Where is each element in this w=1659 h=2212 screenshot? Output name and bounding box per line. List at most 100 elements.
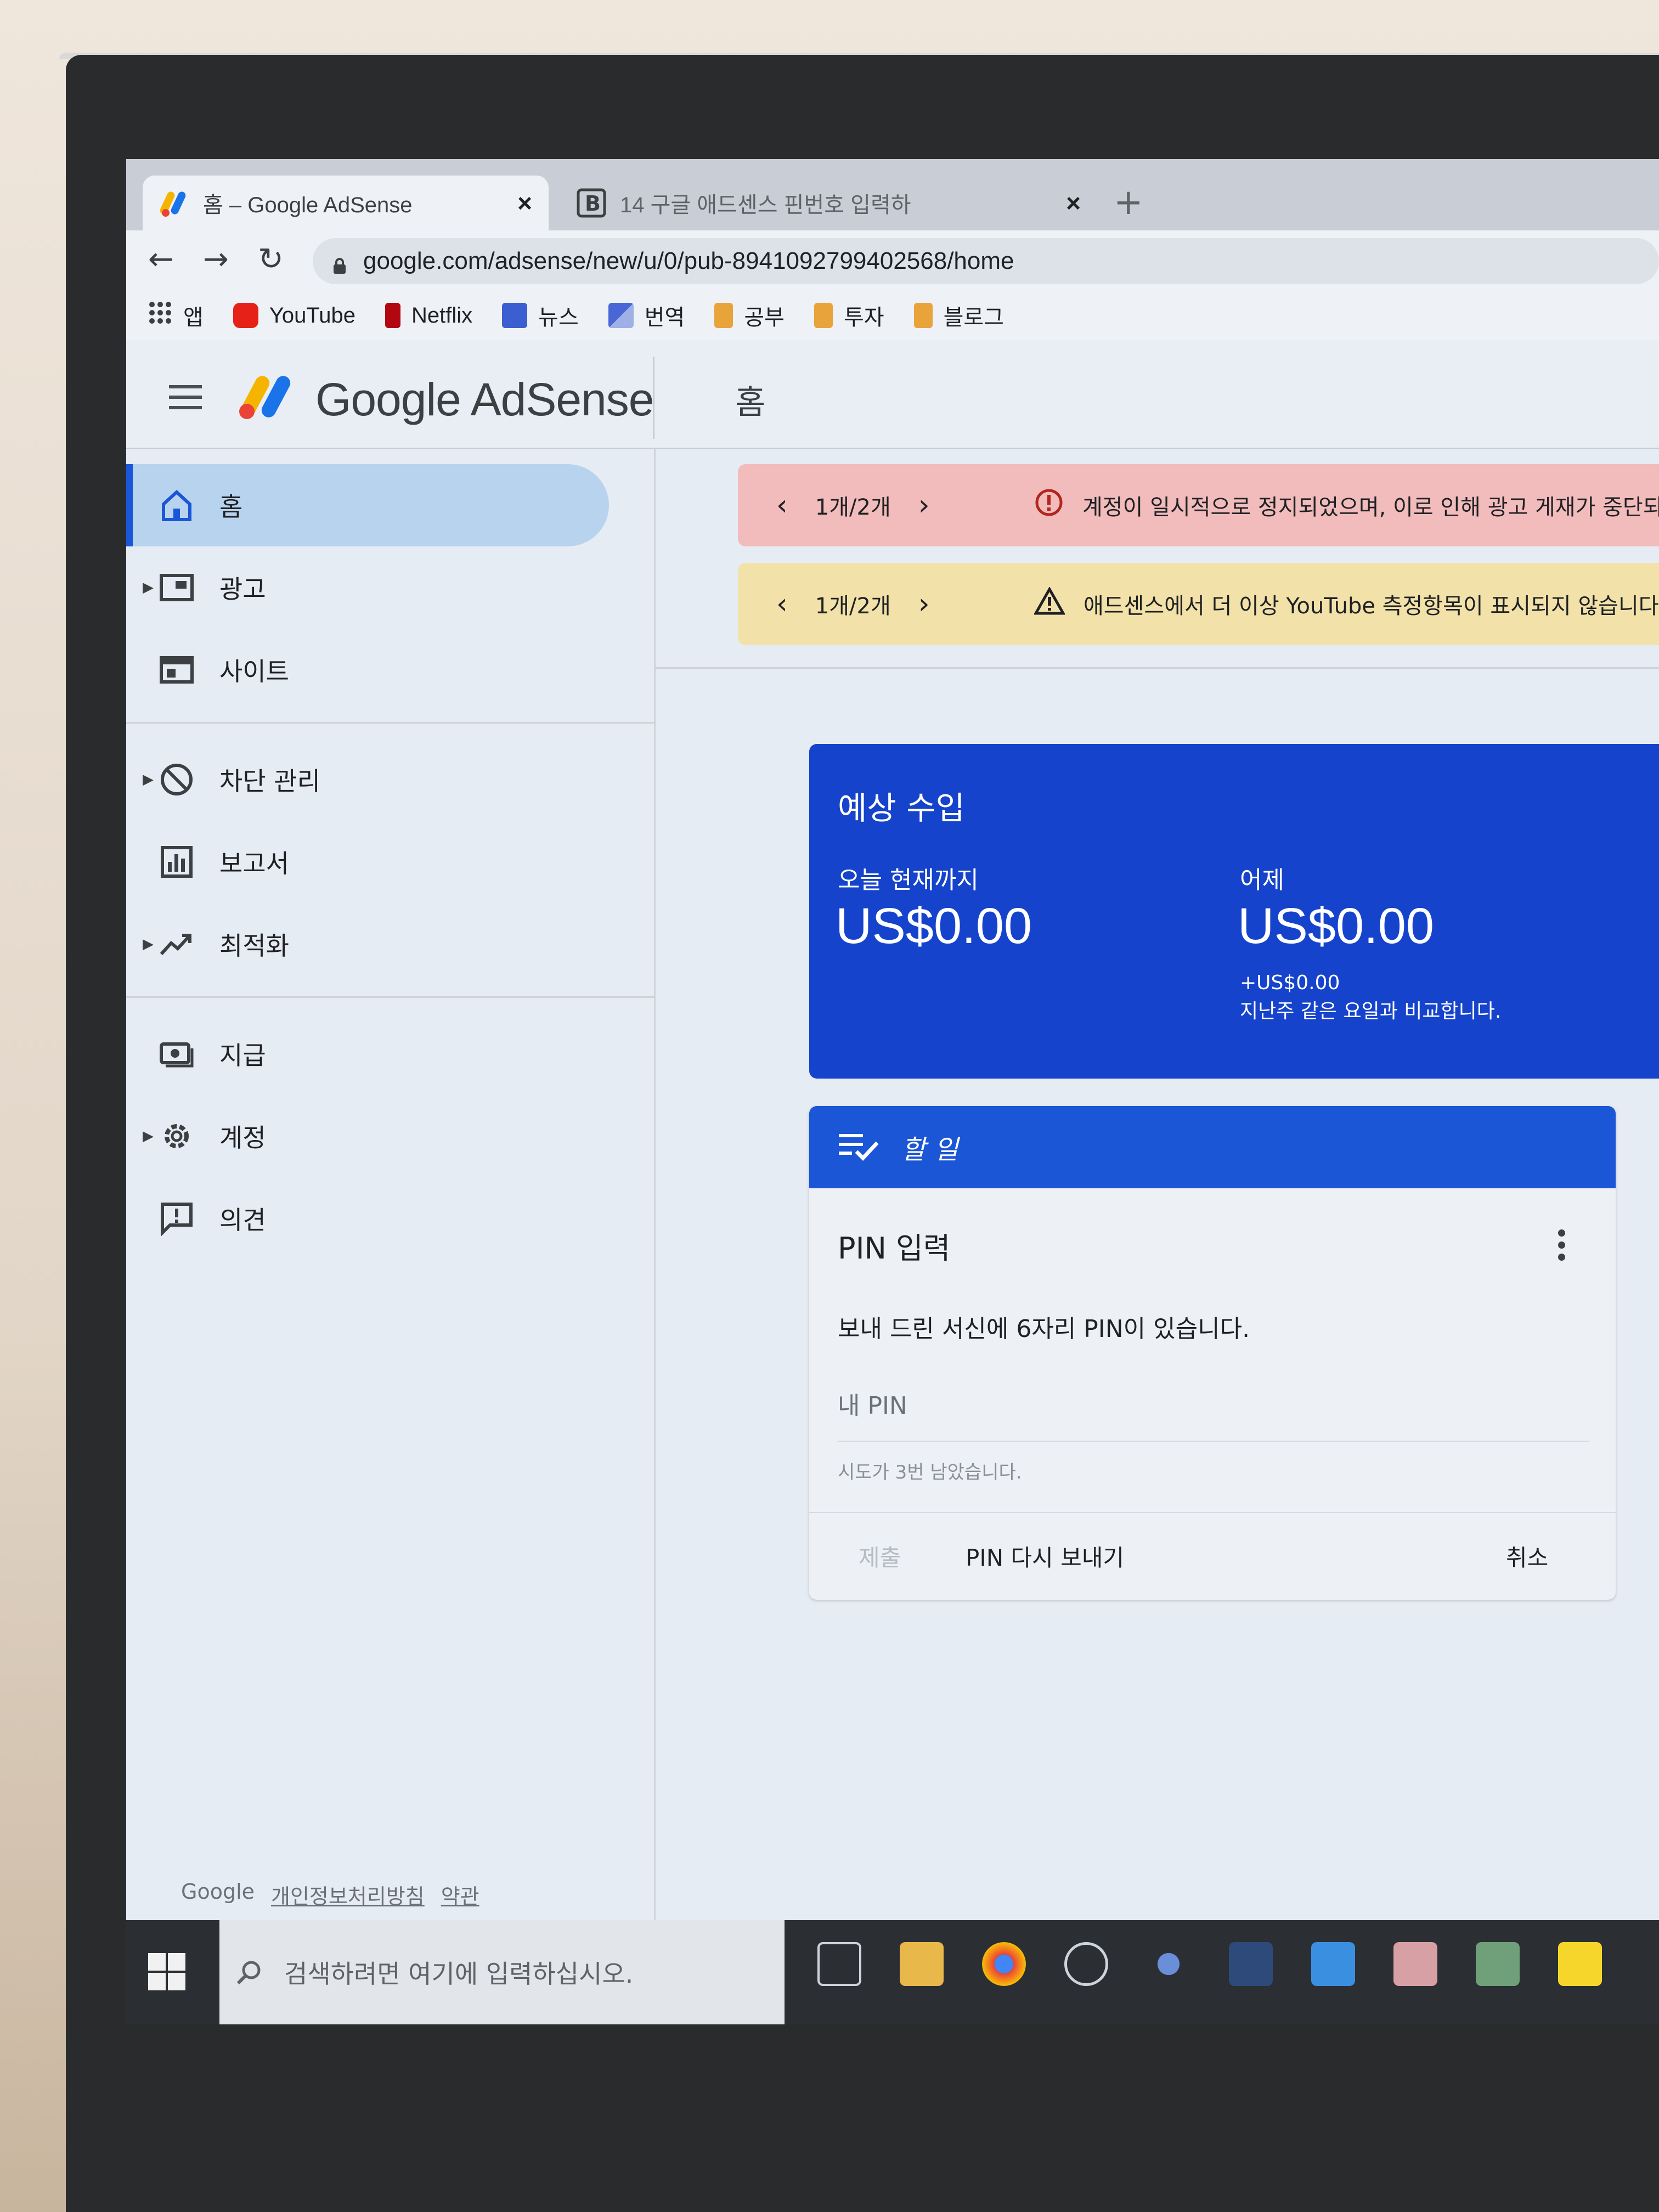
- error-alert: ‹ 1개/2개 › 계정이 일시적으로 정지되었으며, 이로 인해 광고 게재가…: [738, 464, 1659, 546]
- yesterday-change: +US$0.00: [1240, 972, 1340, 994]
- sidebar-item-reports[interactable]: 보고서: [126, 821, 609, 903]
- payments-icon: [159, 1036, 194, 1071]
- sidebar-item-label: 보고서: [219, 849, 289, 878]
- today-amount: US$0.00: [836, 898, 1032, 954]
- main-divider: [656, 667, 1659, 669]
- taskbar-apps: [817, 1942, 1602, 1986]
- expand-arrow-icon[interactable]: ▶: [143, 936, 154, 952]
- ads-icon: [159, 570, 194, 605]
- obs-icon[interactable]: [1064, 1942, 1108, 1986]
- resend-pin-button[interactable]: PIN 다시 보내기: [966, 1539, 1124, 1573]
- url-text: google.com/adsense/new/u/0/pub-894109279…: [363, 247, 1014, 274]
- privacy-link[interactable]: 개인정보처리방침: [271, 1880, 425, 1910]
- task-view-icon[interactable]: [817, 1942, 861, 1986]
- expand-arrow-icon[interactable]: ▶: [143, 1128, 154, 1144]
- tab-close-icon[interactable]: ×: [517, 188, 532, 218]
- bookmark-apps[interactable]: 앱: [148, 300, 204, 331]
- alert-text: 애드센스에서 더 이상 YouTube 측정항목이 표시되지 않습니다: [1084, 594, 1659, 619]
- address-bar[interactable]: google.com/adsense/new/u/0/pub-894109279…: [313, 238, 1659, 284]
- bookmark-label: Netflix: [411, 303, 473, 328]
- bookmark-translate[interactable]: 번역: [608, 300, 685, 331]
- folder-icon: [714, 303, 733, 328]
- chrome-icon[interactable]: [982, 1942, 1026, 1986]
- bookmark-news[interactable]: 뉴스: [502, 300, 579, 331]
- tab-strip: 홈 – Google AdSense × B 14 구글 애드센스 핀번호 입력…: [126, 159, 1659, 230]
- new-tab-button[interactable]: +: [1114, 182, 1143, 223]
- translate-icon: [608, 303, 634, 328]
- taskbar-search-placeholder: 검색하려면 여기에 입력하십시오.: [284, 1959, 634, 1989]
- taskbar-search[interactable]: 검색하려면 여기에 입력하십시오.: [219, 1920, 785, 2024]
- tab-blog-post[interactable]: B 14 구글 애드센스 핀번호 입력하 ×: [560, 176, 1097, 230]
- sidebar-item-home[interactable]: 홈: [126, 464, 609, 546]
- alert-message: 계정이 일시적으로 정지되었으며, 이로 인해 광고 게재가 중단되: [1034, 488, 1659, 523]
- audition-icon[interactable]: [1229, 1942, 1273, 1986]
- pin-task-title: PIN 입력: [838, 1231, 951, 1266]
- app-icon[interactable]: [1393, 1942, 1437, 1986]
- sidebar-item-block[interactable]: ▶ 차단 관리: [126, 738, 609, 821]
- davinci-icon[interactable]: [1147, 1942, 1190, 1986]
- chevron-left-icon[interactable]: ‹: [776, 489, 788, 522]
- chevron-right-icon[interactable]: ›: [918, 588, 930, 620]
- messenger-icon[interactable]: [1311, 1942, 1355, 1986]
- bookmark-youtube[interactable]: YouTube: [233, 303, 356, 328]
- sites-icon: [159, 652, 194, 687]
- reload-icon[interactable]: ↻: [258, 241, 284, 277]
- submit-button[interactable]: 제출: [859, 1539, 901, 1573]
- sidebar-footer: Google 개인정보처리방침 약관: [181, 1880, 479, 1910]
- bookmark-label: YouTube: [269, 303, 356, 328]
- footer-google: Google: [181, 1880, 255, 1904]
- windows-start-icon[interactable]: [148, 1953, 187, 1991]
- sidebar-item-payments[interactable]: 지급: [126, 1013, 609, 1095]
- yesterday-comparison: +US$0.00 지난주 같은 요일과 비교합니다.: [1240, 969, 1501, 1026]
- news-icon: [502, 303, 528, 328]
- yesterday-compare-note: 지난주 같은 요일과 비교합니다.: [1240, 1000, 1502, 1023]
- chevron-right-icon[interactable]: ›: [918, 489, 930, 522]
- sidebar-item-account[interactable]: ▶ 계정: [126, 1095, 609, 1177]
- sidebar-item-sites[interactable]: 사이트: [126, 629, 609, 711]
- file-explorer-icon[interactable]: [900, 1942, 944, 1986]
- checklist-icon: [838, 1131, 879, 1164]
- expand-arrow-icon[interactable]: ▶: [143, 771, 154, 788]
- photos-icon[interactable]: [1476, 1942, 1520, 1986]
- todo-card: 할 일 PIN 입력 보내 드린 서신에 6자리 PIN이 있습니다. 내 PI…: [809, 1106, 1616, 1600]
- cancel-button[interactable]: 취소: [1506, 1539, 1548, 1573]
- reports-icon: [159, 844, 194, 879]
- today-label: 오늘 현재까지: [838, 866, 979, 894]
- estimated-earnings-card[interactable]: 예상 수입 오늘 현재까지 US$0.00 어제 US$0.00 +US$0.0…: [809, 744, 1659, 1079]
- brand-name: Google AdSense: [315, 374, 654, 425]
- warning-alert: ‹ 1개/2개 › 애드센스에서 더 이상 YouTube 측정항목이 표시되지…: [738, 563, 1659, 645]
- bookmark-label: 앱: [183, 306, 204, 330]
- alert-pager: ‹ 1개/2개 ›: [776, 588, 930, 620]
- menu-icon[interactable]: [169, 385, 202, 409]
- expand-arrow-icon[interactable]: ▶: [143, 579, 154, 596]
- sidebar-item-ads[interactable]: ▶ 광고: [126, 546, 609, 629]
- sidebar-item-optimize[interactable]: ▶ 최적화: [126, 903, 609, 985]
- bookmark-blog[interactable]: 블로그: [913, 300, 1004, 331]
- sidebar-item-label: 사이트: [219, 657, 289, 686]
- gear-icon: [159, 1119, 194, 1154]
- back-arrow-icon[interactable]: ←: [148, 241, 174, 277]
- alert-pager-text: 1개/2개: [815, 495, 891, 520]
- chevron-left-icon[interactable]: ‹: [776, 588, 788, 620]
- pin-input[interactable]: 내 PIN: [838, 1386, 1589, 1442]
- actions-divider: [809, 1512, 1616, 1513]
- terms-link[interactable]: 약관: [441, 1880, 479, 1910]
- kakaotalk-icon[interactable]: [1558, 1942, 1602, 1986]
- more-vert-icon[interactable]: [1558, 1229, 1566, 1266]
- tab-adsense-home[interactable]: 홈 – Google AdSense ×: [143, 176, 549, 230]
- bookmarks-bar: 앱 YouTube Netflix 뉴스 번역 공부 투자 블로그: [126, 291, 1659, 340]
- pin-description: 보내 드린 서신에 6자리 PIN이 있습니다.: [838, 1315, 1250, 1343]
- sidebar-item-feedback[interactable]: 의견: [126, 1177, 609, 1260]
- sidebar-divider: [126, 996, 654, 998]
- forward-arrow-icon[interactable]: →: [203, 241, 229, 277]
- bookmark-study[interactable]: 공부: [714, 300, 785, 331]
- tab-close-icon[interactable]: ×: [1066, 188, 1081, 218]
- bookmark-label: 투자: [843, 306, 884, 330]
- bookmark-netflix[interactable]: Netflix: [385, 303, 472, 328]
- app-header: Google AdSense 홈: [126, 340, 1659, 449]
- trending-icon: [159, 927, 194, 962]
- bookmark-invest[interactable]: 투자: [814, 300, 884, 331]
- search-icon: [236, 1959, 262, 1985]
- sidebar-item-label: 홈: [219, 492, 243, 522]
- netflix-icon: [385, 303, 400, 328]
